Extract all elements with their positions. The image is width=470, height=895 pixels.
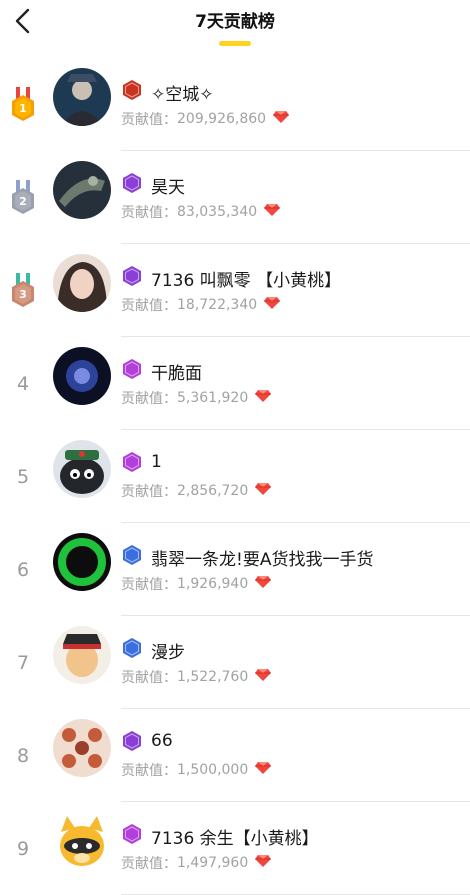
bronze-medal-icon: 3	[0, 244, 46, 337]
user-name: 7136 叫飘零 【小黄桃】	[151, 271, 342, 291]
contribution-value: 贡献值： 2,856,720	[121, 481, 272, 501]
contribution-value: 贡献值： 18,722,340	[121, 295, 281, 315]
contribution-amount: 1,500,000	[177, 762, 249, 778]
noble-rank-badge-icon	[121, 358, 143, 380]
contribution-label: 贡献值：	[121, 205, 177, 221]
noble-rank-badge-icon	[121, 265, 143, 287]
page-title: 7天贡献榜	[195, 12, 275, 32]
noble-rank-badge-icon	[121, 637, 143, 659]
contribution-label: 贡献值：	[121, 391, 177, 407]
noble-rank-badge-icon	[121, 79, 143, 101]
user-name: 昊天	[151, 178, 185, 198]
rank-number: 8	[0, 709, 46, 802]
user-name: ✧空城✧	[151, 85, 214, 105]
diamond-icon	[266, 110, 290, 128]
diamond-icon	[248, 482, 272, 500]
noble-rank-badge-icon	[121, 172, 143, 194]
avatar[interactable]	[53, 626, 111, 684]
contribution-value: 贡献值： 83,035,340	[121, 202, 281, 222]
user-name: 漫步	[151, 643, 185, 663]
noble-rank-badge-icon	[121, 823, 143, 845]
rank-row[interactable]: 4 干脆面贡献值： 5,361,920	[0, 337, 470, 430]
avatar[interactable]	[53, 68, 111, 126]
rank-number-text: 5	[16, 465, 30, 488]
ranking-list: 1 ✧空城✧ 贡献值： 209,926,860 2 昊天 贡献值： 83,035,340 3 71…	[0, 58, 470, 895]
avatar[interactable]	[53, 347, 111, 405]
rank-row[interactable]: 6 翡翠一条龙!要A货找我一手货贡献值： 1,926,940	[0, 523, 470, 616]
diamond-icon	[257, 296, 281, 314]
diamond-icon	[248, 668, 272, 686]
rank-row[interactable]: 9 7136 余生【小黄桃】贡献值： 1,497,960	[0, 802, 470, 895]
title-underline	[219, 41, 251, 46]
contribution-amount: 209,926,860	[177, 111, 267, 127]
contribution-amount: 2,856,720	[177, 483, 249, 499]
noble-rank-badge-icon	[121, 730, 143, 752]
avatar[interactable]	[53, 719, 111, 777]
noble-rank-badge-icon	[121, 451, 143, 473]
contribution-value: 贡献值： 1,497,960	[121, 853, 272, 873]
top-bar: 7天贡献榜	[0, 0, 470, 56]
gold-medal-icon: 1	[0, 58, 46, 151]
contribution-value: 贡献值： 1,522,760	[121, 667, 272, 687]
svg-text:3: 3	[19, 288, 27, 301]
avatar[interactable]	[53, 161, 111, 219]
rank-row[interactable]: 8 66 贡献值： 1,500,000	[0, 709, 470, 802]
contribution-label: 贡献值：	[121, 484, 177, 500]
avatar[interactable]	[53, 254, 111, 312]
contribution-label: 贡献值：	[121, 856, 177, 872]
rank-row[interactable]: 2 昊天贡献值： 83,035,340	[0, 151, 470, 244]
svg-text:2: 2	[19, 195, 27, 208]
avatar[interactable]	[53, 533, 111, 591]
rank-number-text: 8	[16, 744, 30, 767]
contribution-amount: 1,926,940	[177, 576, 249, 592]
contribution-label: 贡献值：	[121, 577, 177, 593]
contribution-amount: 1,497,960	[177, 855, 249, 871]
user-name: 66	[151, 731, 173, 751]
contribution-label: 贡献值：	[121, 763, 177, 779]
rank-row[interactable]: 7 漫步贡献值： 1,522,760	[0, 616, 470, 709]
rank-row[interactable]: 5 1 贡献值： 2,856,720	[0, 430, 470, 523]
diamond-icon	[248, 575, 272, 593]
contribution-amount: 5,361,920	[177, 390, 249, 406]
contribution-value: 贡献值： 1,926,940	[121, 574, 272, 594]
rank-number: 4	[0, 337, 46, 430]
rank-row[interactable]: 3 7136 叫飘零 【小黄桃】贡献值： 18,722,340	[0, 244, 470, 337]
user-name: 干脆面	[151, 364, 202, 384]
rank-number: 5	[0, 430, 46, 523]
user-name: 1	[151, 452, 162, 472]
noble-rank-badge-icon	[121, 544, 143, 566]
svg-text:1: 1	[19, 102, 27, 115]
diamond-icon	[257, 203, 281, 221]
diamond-icon	[248, 389, 272, 407]
contribution-value: 贡献值： 1,500,000	[121, 760, 272, 780]
rank-number-text: 9	[16, 837, 30, 860]
rank-number-text: 7	[16, 651, 30, 674]
contribution-amount: 18,722,340	[177, 297, 258, 313]
contribution-amount: 83,035,340	[177, 204, 258, 220]
rank-number-text: 6	[16, 558, 30, 581]
diamond-icon	[248, 761, 272, 779]
rank-number: 9	[0, 802, 46, 895]
contribution-label: 贡献值：	[121, 112, 177, 128]
contribution-value: 贡献值： 5,361,920	[121, 388, 272, 408]
contribution-amount: 1,522,760	[177, 669, 249, 685]
contribution-value: 贡献值： 209,926,860	[121, 109, 290, 129]
avatar[interactable]	[53, 812, 111, 870]
avatar[interactable]	[53, 440, 111, 498]
diamond-icon	[248, 854, 272, 872]
rank-number-text: 4	[16, 372, 30, 395]
silver-medal-icon: 2	[0, 151, 46, 244]
rank-number: 7	[0, 616, 46, 709]
contribution-label: 贡献值：	[121, 298, 177, 314]
rank-number: 6	[0, 523, 46, 616]
rank-row[interactable]: 1 ✧空城✧ 贡献值： 209,926,860	[0, 58, 470, 151]
user-name: 翡翠一条龙!要A货找我一手货	[151, 550, 374, 570]
user-name: 7136 余生【小黄桃】	[151, 829, 319, 849]
contribution-label: 贡献值：	[121, 670, 177, 686]
